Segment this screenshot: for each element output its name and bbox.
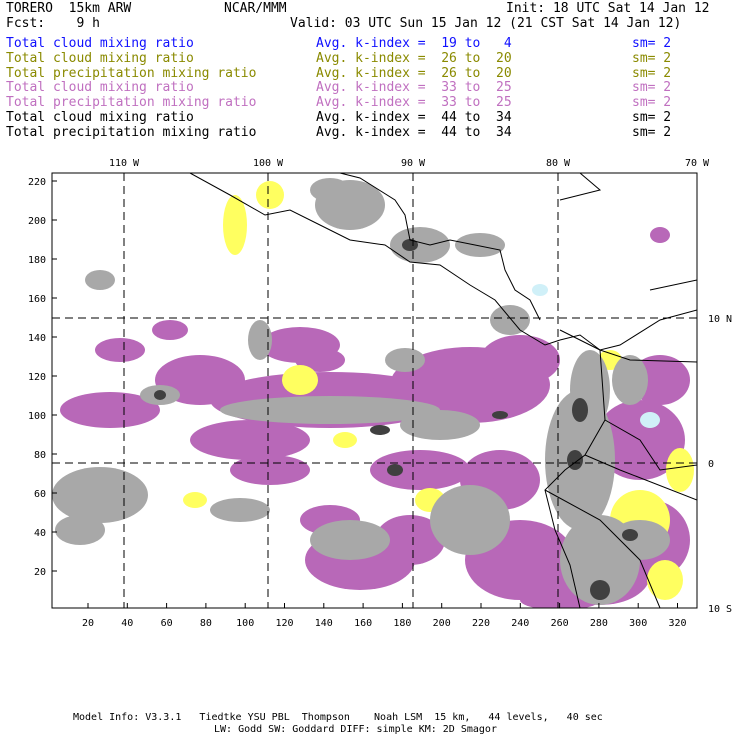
gray-cloud-area	[455, 233, 505, 257]
yellow-cloud-area	[647, 560, 683, 600]
gray-cloud-area	[310, 520, 390, 560]
yellow-cloud-area	[333, 432, 357, 448]
gray-cloud-area	[210, 498, 270, 522]
cyan-cloud-area	[532, 284, 548, 296]
longitude-label: 110 W	[109, 158, 140, 169]
longitude-label: 90 W	[401, 158, 426, 169]
x-tick-label: 260	[551, 618, 569, 629]
coastline	[559, 309, 697, 351]
gray-cloud-area	[490, 305, 530, 335]
x-tick-label: 240	[511, 618, 529, 629]
x-tick-label: 280	[590, 618, 608, 629]
purple-cloud-area	[152, 320, 188, 340]
x-tick-label: 140	[315, 618, 333, 629]
purple-cloud-area	[480, 335, 560, 385]
gray-cloud-area	[610, 520, 670, 560]
x-tick-label: 160	[354, 618, 372, 629]
gray-cloud-area	[85, 270, 115, 290]
x-tick-label: 200	[433, 618, 451, 629]
x-tick-label: 320	[668, 618, 686, 629]
y-tick-label: 200	[28, 216, 46, 227]
y-tick-label: 160	[28, 294, 46, 305]
dark-cloud-area	[492, 411, 508, 419]
yellow-cloud-area	[256, 181, 284, 209]
dark-cloud-area	[402, 239, 418, 251]
x-tick-label: 120	[275, 618, 293, 629]
latitude-label: 0	[708, 459, 714, 470]
yellow-cloud-area	[183, 492, 207, 508]
gray-cloud-area	[310, 178, 350, 202]
y-tick-label: 80	[34, 450, 46, 461]
dark-cloud-area	[154, 390, 166, 400]
dark-cloud-area	[370, 425, 390, 435]
x-tick-label: 60	[161, 618, 173, 629]
latitude-label: 10 S	[708, 604, 732, 615]
yellow-cloud-area	[666, 448, 694, 492]
field-layer	[52, 173, 697, 608]
gray-cloud-area	[248, 320, 272, 360]
y-tick-label: 180	[28, 255, 46, 266]
longitude-label: 100 W	[253, 158, 284, 169]
purple-cloud-area	[230, 455, 310, 485]
yellow-cloud-area	[282, 365, 318, 395]
yellow-cloud-area	[223, 195, 247, 255]
purple-cloud-area	[650, 227, 670, 243]
gray-cloud-area	[612, 355, 648, 405]
y-tick-label: 140	[28, 333, 46, 344]
x-tick-label: 220	[472, 618, 490, 629]
latitude-label: 10 N	[708, 314, 732, 325]
dark-cloud-area	[572, 398, 588, 422]
y-tick-label: 220	[28, 177, 46, 188]
x-tick-label: 40	[121, 618, 133, 629]
y-tick-label: 60	[34, 489, 46, 500]
x-tick-label: 80	[200, 618, 212, 629]
cyan-cloud-area	[640, 412, 660, 428]
dark-cloud-area	[590, 580, 610, 600]
model-info-line1: Model Info: V3.3.1 Tiedtke YSU PBL Thomp…	[73, 712, 603, 723]
coastline	[649, 279, 697, 291]
y-tick-label: 120	[28, 372, 46, 383]
gray-cloud-area	[385, 348, 425, 372]
y-tick-label: 100	[28, 411, 46, 422]
x-tick-label: 20	[82, 618, 94, 629]
gray-cloud-area	[430, 485, 510, 555]
dark-cloud-area	[622, 529, 638, 541]
gray-cloud-area	[400, 410, 480, 440]
coastline	[559, 173, 602, 201]
y-tick-label: 40	[34, 528, 46, 539]
map-plot: 20 40 60 80 100 120 140 160 180 200 220 240 260 280 30…	[28, 158, 732, 629]
model-info-line2: LW: Godd SW: Goddard DIFF: simple KM: 2D…	[214, 724, 497, 735]
purple-cloud-area	[370, 450, 470, 490]
x-tick-label: 180	[393, 618, 411, 629]
y-tick-label: 20	[34, 567, 46, 578]
x-tick-label: 100	[236, 618, 254, 629]
gray-cloud-area	[55, 515, 105, 545]
purple-cloud-area	[190, 420, 310, 460]
purple-cloud-area	[95, 338, 145, 362]
weather-plot: TORERO 15km ARW NCAR/MMM Init: 18 UTC Sa…	[0, 0, 740, 740]
gray-cloud-area	[390, 227, 450, 263]
gray-cloud-area	[52, 467, 148, 523]
dark-cloud-area	[387, 464, 403, 476]
x-tick-label: 300	[629, 618, 647, 629]
longitude-label: 70 W	[685, 158, 710, 169]
longitude-label: 80 W	[546, 158, 571, 169]
